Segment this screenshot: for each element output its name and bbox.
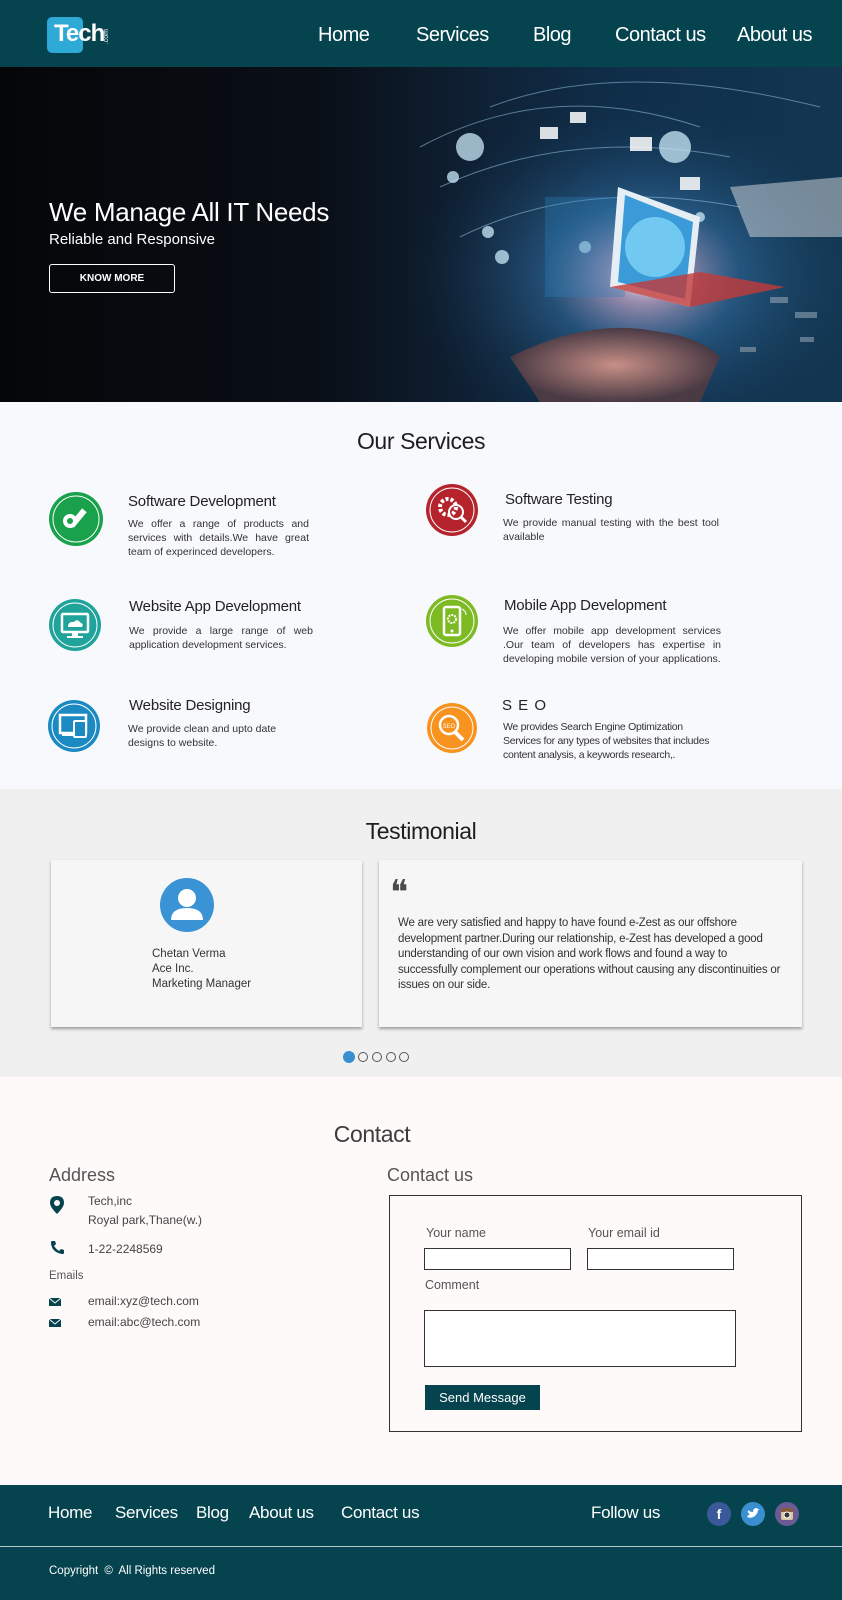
footer-divider — [0, 1546, 842, 1547]
quote-icon: ❝ — [390, 873, 409, 913]
testimonial-quote-card: ❝ We are very satisfied and happy to hav… — [379, 860, 802, 1027]
carousel-dot-3[interactable] — [372, 1052, 382, 1062]
copyright-text: Copyright © All Rights reserved — [49, 1565, 215, 1577]
contact-title: Contact — [333, 1121, 411, 1147]
name-input[interactable] — [424, 1248, 571, 1270]
services-title: Our Services — [356, 428, 486, 454]
service-title: Software Development — [128, 493, 276, 510]
avatar — [160, 878, 214, 932]
carousel-dot-4[interactable] — [386, 1052, 396, 1062]
devices-icon — [48, 700, 100, 752]
hero-banner: We Manage All IT Needs Reliable and Resp… — [0, 67, 842, 402]
carousel-dot-2[interactable] — [358, 1052, 368, 1062]
address-line-2: Royal park,Thane(w.) — [88, 1213, 203, 1227]
follow-us-label: Follow us — [591, 1503, 661, 1522]
envelope-icon — [49, 1319, 61, 1327]
footer-link-about[interactable]: About us — [249, 1503, 314, 1523]
service-desc: We provides Search Engine Optimization S… — [503, 721, 710, 761]
testimonial-title: Testimonial — [365, 818, 477, 844]
hero-tech-illustration — [400, 67, 842, 402]
service-desc: We offer a range of products and service… — [128, 518, 309, 558]
phone-number: 1-22-2248569 — [88, 1242, 163, 1256]
gear-magnifier-icon — [426, 484, 478, 536]
contact-form: Your name Your email id Comment Send Mes… — [389, 1195, 802, 1432]
service-title: Software Testing — [505, 491, 613, 508]
services-section: Our Services Software Development We off… — [0, 402, 842, 789]
email-label: Your email id — [588, 1226, 660, 1240]
pencil-gear-icon — [49, 492, 103, 546]
service-title: Website Designing — [129, 697, 251, 714]
service-title: Website App Development — [129, 598, 301, 615]
nav-about[interactable]: About us — [737, 24, 812, 47]
seo-magnifier-icon: SEO — [427, 703, 477, 753]
send-message-button[interactable]: Send Message — [425, 1385, 540, 1410]
nav-services[interactable]: Services — [416, 24, 489, 47]
envelope-icon — [49, 1298, 61, 1306]
footer-link-home[interactable]: Home — [48, 1503, 92, 1523]
address-line-1: Tech,inc — [88, 1194, 133, 1208]
know-more-button[interactable]: KNOW MORE — [49, 264, 175, 293]
user-icon — [171, 889, 203, 920]
nav-contact[interactable]: Contact us — [615, 24, 706, 47]
author-name: Chetan Verma — [152, 948, 226, 960]
site-footer: Home Services Blog About us Contact us F… — [0, 1485, 842, 1600]
service-desc: We provide clean and upto date designs t… — [128, 723, 277, 749]
phone-icon — [51, 1241, 64, 1254]
monitor-cloud-icon — [49, 599, 101, 651]
service-desc: We provide a large range of web applicat… — [129, 625, 313, 651]
service-title: S E O — [502, 697, 548, 714]
testimonial-author: Chetan Verma Ace Inc. Marketing Manager — [152, 947, 251, 992]
author-company: Ace Inc. — [152, 963, 194, 975]
footer-link-contact[interactable]: Contact us — [341, 1503, 420, 1523]
name-label: Your name — [426, 1226, 486, 1240]
testimonial-author-card: Chetan Verma Ace Inc. Marketing Manager — [51, 860, 362, 1027]
copyright-symbol: © — [104, 1565, 113, 1577]
contact-form-heading: Contact us — [387, 1165, 474, 1185]
email-input[interactable] — [587, 1248, 734, 1270]
emails-label: Emails — [49, 1270, 84, 1282]
carousel-dot-1[interactable] — [343, 1051, 355, 1063]
comment-label: Comment — [425, 1278, 480, 1292]
testimonial-quote: We are very satisfied and happy to have … — [398, 917, 781, 991]
logo[interactable]: Tech .com — [47, 17, 111, 55]
logo-text: Tech — [54, 20, 105, 47]
footer-link-blog[interactable]: Blog — [196, 1503, 229, 1523]
nav-home[interactable]: Home — [318, 24, 370, 47]
comment-textarea[interactable] — [424, 1310, 736, 1367]
location-pin-icon — [50, 1196, 64, 1214]
logo-suffix: .com — [103, 29, 110, 45]
svg-text:f: f — [717, 1506, 722, 1522]
twitter-icon[interactable] — [741, 1502, 765, 1526]
hero-title: We Manage All IT Needs — [49, 197, 330, 227]
copyright-label: Copyright — [49, 1565, 99, 1577]
author-role: Marketing Manager — [152, 978, 252, 990]
mobile-gear-icon — [426, 595, 478, 647]
instagram-icon[interactable] — [775, 1502, 799, 1526]
facebook-icon[interactable]: f — [707, 1502, 731, 1526]
nav-blog[interactable]: Blog — [533, 24, 572, 47]
site-header: Tech .com Home Services Blog Contact us … — [0, 0, 842, 67]
footer-link-services[interactable]: Services — [115, 1503, 178, 1523]
hero-subtitle: Reliable and Responsive — [49, 231, 215, 248]
address-text: Tech,inc Royal park,Thane(w.) — [88, 1192, 202, 1230]
address-heading: Address — [49, 1165, 116, 1185]
service-desc: We provide manual testing with the best … — [503, 517, 719, 543]
email-1[interactable]: email:xyz@tech.com — [88, 1292, 199, 1311]
svg-text:SEO: SEO — [443, 723, 456, 730]
carousel-dot-5[interactable] — [399, 1052, 409, 1062]
service-title: Mobile App Development — [504, 597, 667, 614]
service-desc: We offer mobile app development services… — [503, 625, 721, 665]
email-2[interactable]: email:abc@tech.com — [88, 1313, 200, 1332]
rights-label: All Rights reserved — [118, 1565, 215, 1577]
